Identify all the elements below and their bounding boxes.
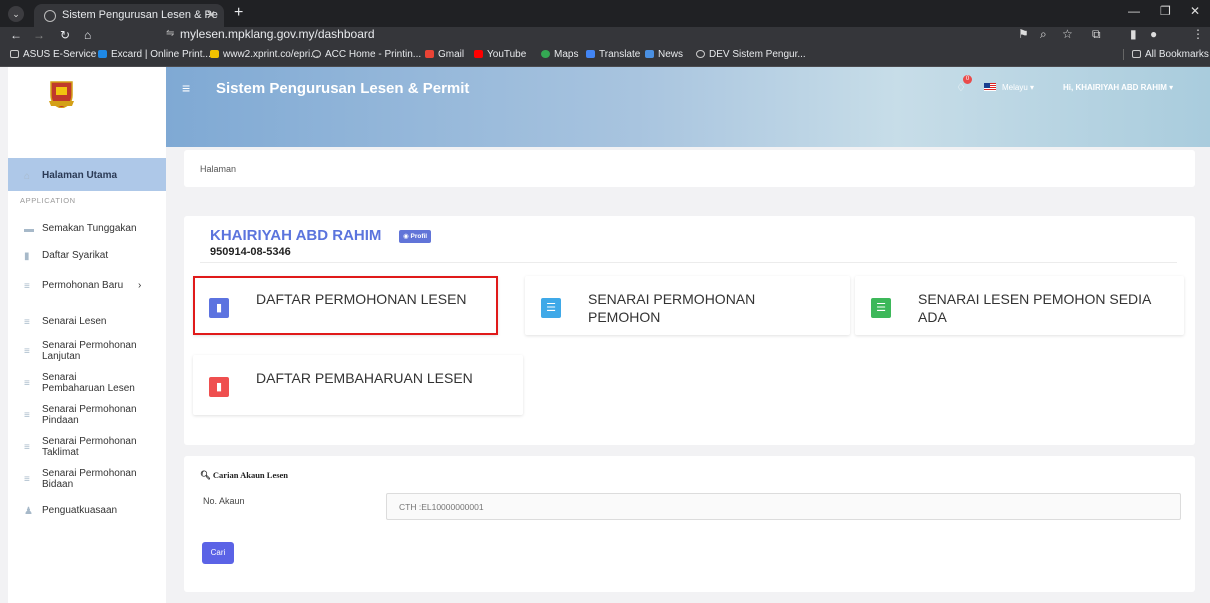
list-icon: ≡	[24, 317, 30, 328]
malaysia-flag-icon	[984, 83, 996, 91]
profile-name: KHAIRIYAH ABD RAHIM	[210, 227, 382, 244]
globe-icon	[312, 50, 321, 58]
sidebar-caption: APPLICATION	[20, 196, 76, 205]
translate-icon	[586, 50, 595, 58]
hamburger-menu-icon[interactable]: ≡	[182, 80, 190, 96]
bookmark-star-icon[interactable]: ☆	[1062, 27, 1073, 41]
bookmark-item[interactable]: DEV Sistem Pengur...	[696, 49, 806, 60]
all-bookmarks[interactable]: All Bookmarks	[1123, 49, 1209, 60]
language-dropdown[interactable]: Melayu ▾	[1002, 83, 1034, 92]
site-favicon-icon	[44, 10, 56, 22]
restore-icon[interactable]: ❐	[1160, 4, 1171, 18]
bookmark-item[interactable]: YouTube	[474, 49, 526, 60]
side-panel-icon[interactable]: ▮	[1130, 27, 1137, 41]
profile-button[interactable]: ◉ Profil	[399, 230, 432, 243]
home-icon[interactable]: ⌂	[84, 28, 91, 42]
browser-tab[interactable]: Sistem Pengurusan Lesen & Pe ✕	[34, 4, 224, 27]
bookmark-item[interactable]: News	[645, 49, 683, 60]
list-icon: ☰	[541, 298, 561, 318]
bookmark-item[interactable]: Excard | Online Print...	[98, 49, 211, 60]
tab-close-icon[interactable]: ✕	[206, 8, 216, 22]
browser-tab-bar: ⌄ Sistem Pengurusan Lesen & Pe ✕ + — ❐ ✕	[0, 0, 1210, 27]
notification-badge: 0	[963, 75, 972, 84]
tab-title: Sistem Pengurusan Lesen & Pe	[62, 9, 218, 21]
folder-icon	[1132, 50, 1141, 58]
app-title: Sistem Pengurusan Lesen & Permit	[216, 80, 470, 97]
bookmark-item[interactable]: www2.xprint.co/epri...	[210, 49, 319, 60]
list-icon: ≡	[24, 410, 30, 421]
maps-icon	[541, 50, 550, 58]
divider	[200, 262, 1177, 263]
list-icon: ≡	[24, 378, 30, 389]
sidebar: ⌂ Halaman Utama APPLICATION ▬ Semakan Tung…	[8, 108, 166, 603]
app-header: ≡ Sistem Pengurusan Lesen & Permit ♢ 0 M…	[166, 67, 1210, 147]
news-icon	[645, 50, 654, 58]
search-card: 🔍︎ Carian Akaun Lesen No. Akaun Cari	[184, 456, 1195, 592]
tile-senarai-lesen-pemohon-sedia-ada[interactable]: ☰ SENARAI LESEN PEMOHON SEDIA ADA	[855, 276, 1184, 335]
home-icon: ⌂	[24, 171, 31, 182]
list-icon: ≡	[24, 442, 30, 453]
close-window-icon[interactable]: ✕	[1190, 4, 1200, 18]
url-field[interactable]: mylesen.mpklang.gov.my/dashboard	[180, 27, 375, 41]
address-bar: ← → ↻ ⌂ ⇋ mylesen.mpklang.gov.my/dashboa…	[0, 27, 1210, 44]
bookmark-item[interactable]: Translate	[586, 49, 640, 60]
breadcrumb[interactable]: Halaman	[200, 164, 236, 174]
mpk-crest-logo	[49, 81, 74, 109]
bookmark-item[interactable]: Maps	[541, 49, 578, 60]
chevron-right-icon: ›	[138, 280, 142, 291]
site-info-icon[interactable]: ⇋	[166, 28, 174, 39]
bookmarks-bar: ASUS E-Service Excard | Online Print... …	[0, 44, 1210, 67]
forward-icon[interactable]: →	[33, 28, 45, 42]
search-title: 🔍︎ Carian Akaun Lesen	[200, 470, 289, 480]
excard-icon	[98, 50, 107, 58]
back-icon[interactable]: ←	[10, 28, 22, 42]
minimize-icon[interactable]: —	[1128, 4, 1140, 18]
folder-icon	[10, 50, 19, 58]
tile-daftar-permohonan-lesen[interactable]: ▮ DAFTAR PERMOHONAN LESEN	[193, 276, 498, 335]
tile-senarai-permohonan-pemohon[interactable]: ☰ SENARAI PERMOHONAN PEMOHON	[525, 276, 850, 335]
gmail-icon	[425, 50, 434, 58]
document-icon: ▮	[209, 377, 229, 397]
new-tab-icon[interactable]: +	[234, 4, 243, 22]
users-icon: ♟	[24, 506, 33, 517]
search-icon: 🔍︎	[200, 470, 211, 480]
globe-icon	[696, 50, 705, 58]
account-number-input[interactable]	[386, 493, 1181, 520]
search-button[interactable]: Cari	[202, 542, 234, 564]
tab-search-icon[interactable]: ⌄	[8, 6, 24, 22]
breadcrumb-card: Halaman	[184, 150, 1195, 187]
list-icon: ☰	[871, 298, 891, 318]
account-number-label: No. Akaun	[203, 496, 245, 506]
extensions-icon[interactable]: ⧉	[1092, 27, 1101, 42]
zoom-icon[interactable]: ⌕	[1040, 27, 1047, 42]
profile-ic-number: 950914-08-5346	[210, 246, 291, 258]
list-icon: ≡	[24, 474, 30, 485]
document-icon: ▮	[209, 298, 229, 318]
building-icon: ▮	[24, 251, 30, 262]
money-icon: ▬	[24, 224, 34, 235]
xprint-icon	[210, 50, 219, 58]
profile-avatar-icon[interactable]: ●	[1150, 27, 1157, 41]
user-circle-icon: ◉	[403, 233, 409, 240]
bookmark-item[interactable]: ASUS E-Service	[10, 49, 96, 60]
translate-page-icon[interactable]: ⚑	[1018, 27, 1029, 41]
list-icon: ≡	[24, 281, 30, 292]
reload-icon[interactable]: ↻	[60, 28, 70, 42]
bookmark-item[interactable]: Gmail	[425, 49, 464, 60]
list-icon: ≡	[24, 346, 30, 357]
sidebar-item-halaman-utama[interactable]: ⌂ Halaman Utama	[8, 158, 166, 191]
user-menu[interactable]: Hi, KHAIRIYAH ABD RAHIM ▾	[1063, 83, 1173, 92]
browser-menu-icon[interactable]: ⋮	[1192, 27, 1204, 41]
bookmark-item[interactable]: ACC Home - Printin...	[312, 49, 421, 60]
youtube-icon	[474, 50, 483, 58]
tile-daftar-pembaharuan-lesen[interactable]: ▮ DAFTAR PEMBAHARUAN LESEN	[193, 355, 523, 415]
